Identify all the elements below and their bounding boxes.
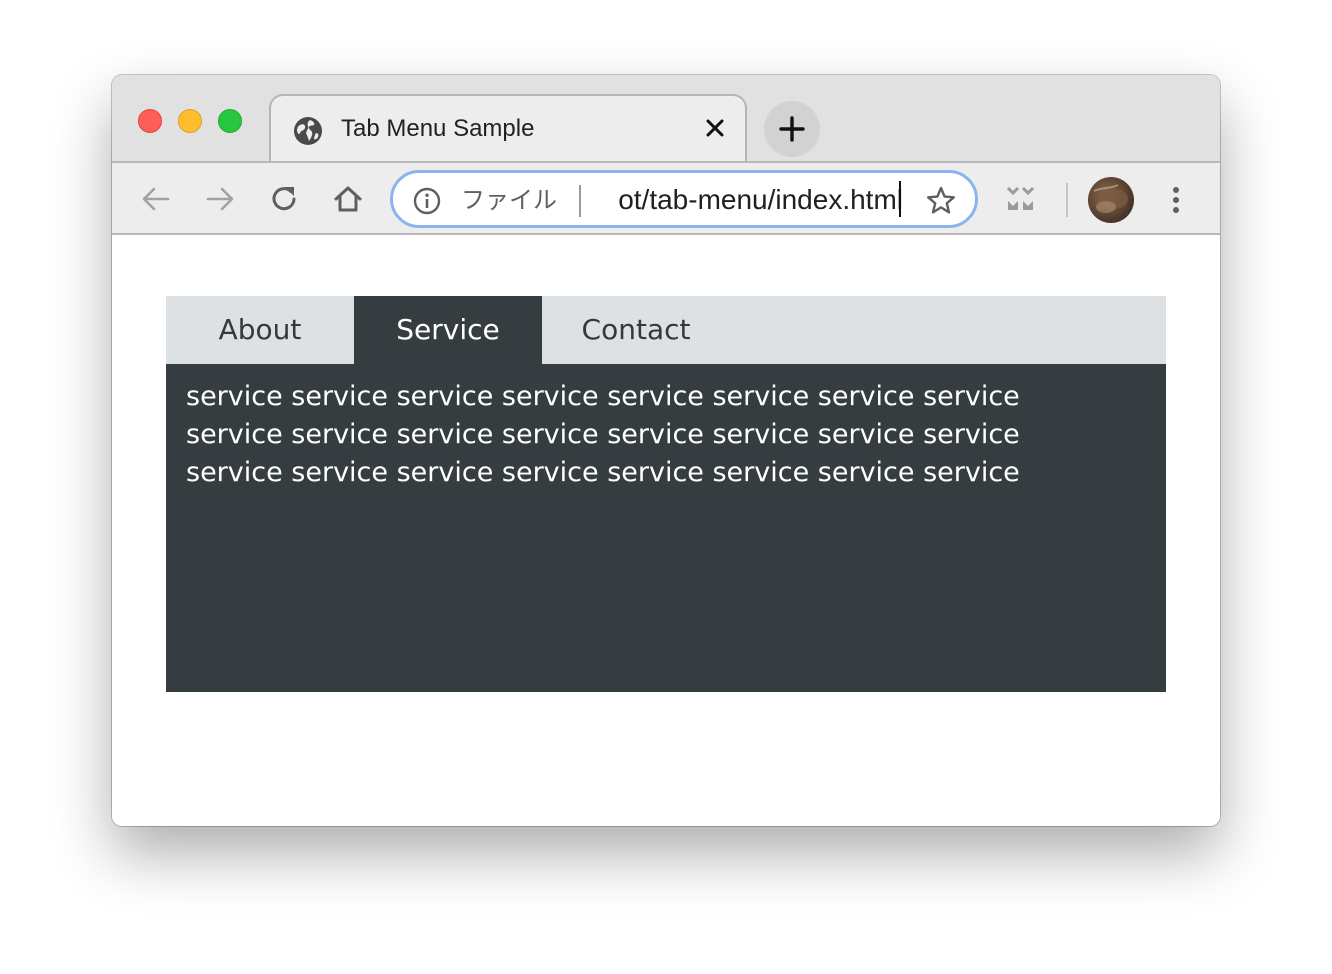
star-icon[interactable] <box>925 185 957 217</box>
profile-avatar[interactable] <box>1088 177 1134 223</box>
tab-menu: About Service Contact <box>166 296 1166 364</box>
reload-icon[interactable] <box>266 181 302 217</box>
url-field[interactable]: ot/tab-menu/index.html <box>597 181 903 219</box>
globe-icon <box>294 117 322 145</box>
text-caret <box>899 181 901 217</box>
extension-icon[interactable] <box>1005 183 1037 215</box>
tab-panel-service: service service service service service … <box>166 364 1166 692</box>
panel-text: service service service service service … <box>186 381 1020 488</box>
back-arrow-icon[interactable] <box>138 181 174 217</box>
zoom-window-button[interactable] <box>218 109 242 133</box>
home-icon[interactable] <box>330 181 366 217</box>
avatar-image <box>1093 184 1128 213</box>
scheme-label: ファイル <box>461 186 557 214</box>
browser-toolbar: ファイル ot/tab-menu/index.html <box>112 161 1220 235</box>
forward-arrow-icon[interactable] <box>202 181 238 217</box>
kebab-menu-icon[interactable] <box>1164 183 1188 217</box>
browser-window: Tab Menu Sample ファイル ot/tab-menu/index.h… <box>112 75 1220 826</box>
url-text: ot/tab-menu/index.html <box>618 184 903 215</box>
tab-contact[interactable]: Contact <box>542 296 730 364</box>
tab-service[interactable]: Service <box>354 296 542 364</box>
tab-title: Tab Menu Sample <box>341 115 535 142</box>
new-tab-button[interactable] <box>764 101 820 157</box>
browser-tab[interactable]: Tab Menu Sample <box>269 94 747 164</box>
info-icon[interactable] <box>413 187 441 215</box>
page-content: About Service Contact service service se… <box>112 235 1220 826</box>
address-bar[interactable]: ファイル ot/tab-menu/index.html <box>390 170 978 228</box>
minimize-window-button[interactable] <box>178 109 202 133</box>
close-icon[interactable] <box>703 116 727 140</box>
scheme-separator <box>579 185 581 217</box>
toolbar-divider <box>1066 183 1068 217</box>
tab-about[interactable]: About <box>166 296 354 364</box>
close-window-button[interactable] <box>138 109 162 133</box>
plus-icon <box>779 116 805 142</box>
title-bar: Tab Menu Sample <box>112 75 1220 164</box>
